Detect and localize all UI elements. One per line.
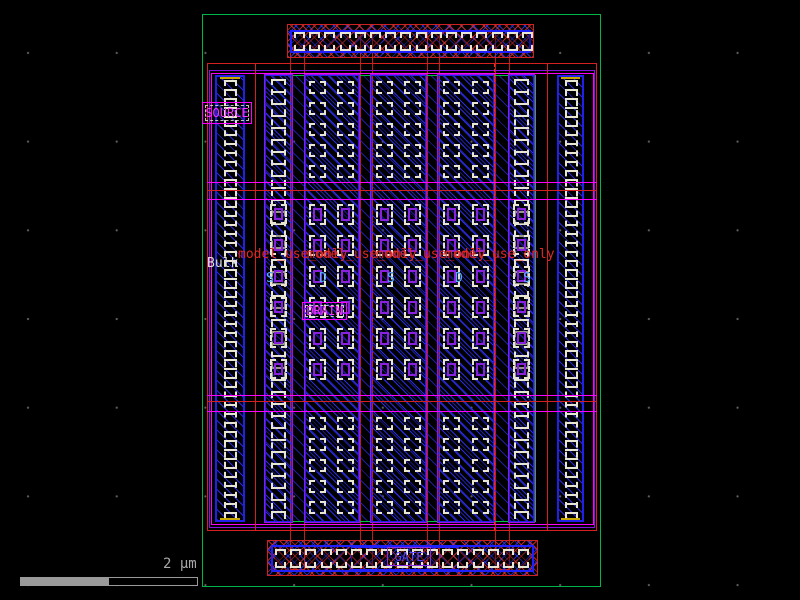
scale-bar [20,577,198,586]
drain-label-box[interactable]: DRAIN [302,302,347,320]
pin-label-s3[interactable]: S [523,272,531,285]
gate-label-box[interactable]: GATE [387,547,431,566]
scale-bar-fill [21,578,109,585]
bulk-label[interactable]: Bulk [207,257,238,270]
gate-label: GATE [394,549,424,564]
model-warning-text[interactable]: model_use_only [445,248,555,261]
pin-label-d1[interactable]: D [319,272,327,285]
dashed-red-marker [494,64,495,530]
pin-label-s1[interactable]: S [266,272,274,285]
pin-label-d2[interactable]: D [455,272,463,285]
scale-label: 2 µm [163,556,197,572]
drain-label: DRAIN [306,304,343,318]
source-label: SOURCE [205,106,249,120]
source-label-box[interactable]: SOURCE [202,102,252,124]
pin-label-s2[interactable]: S [387,272,395,285]
layout-canvas[interactable]: SOURCE DRAIN GATE Bulk model_use_only mo… [0,0,800,600]
pr-boundary [202,14,601,587]
